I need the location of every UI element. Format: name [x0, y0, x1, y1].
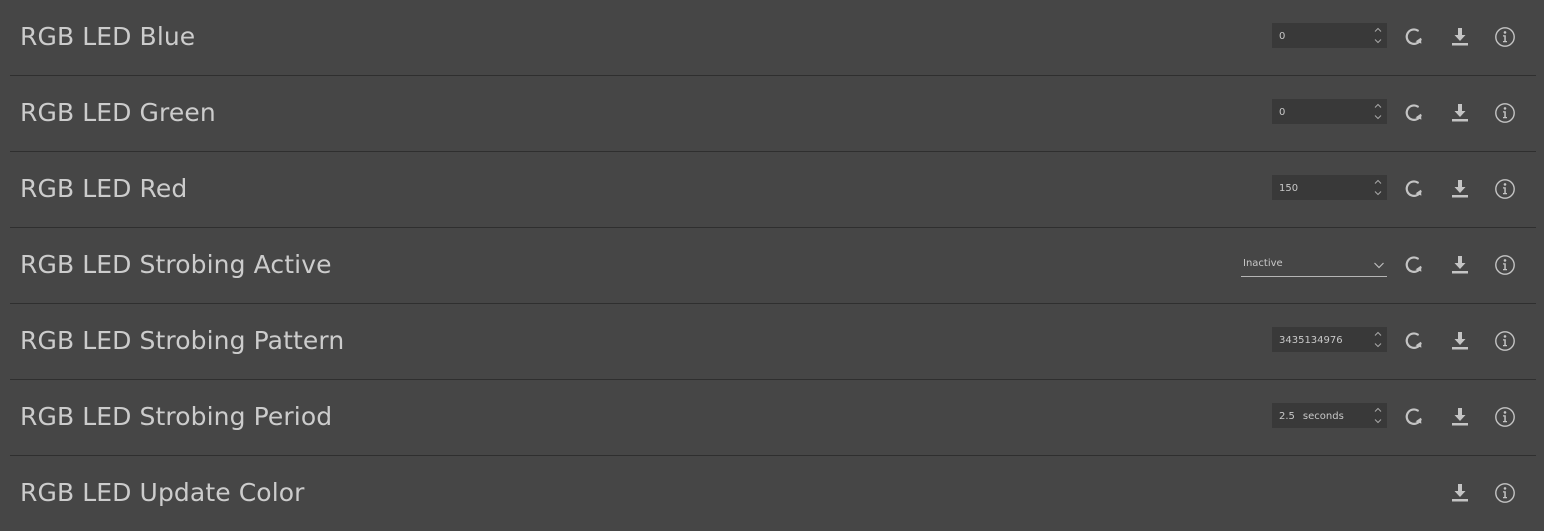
spinbox-arrows — [1373, 25, 1383, 46]
feature-label: RGB LED Strobing Active — [20, 250, 332, 279]
feature-row-rgb-led-strobing-period: RGB LED Strobing Period 2.5 seconds — [10, 380, 1536, 456]
download-icon[interactable] — [1448, 25, 1472, 49]
value-spinbox[interactable]: 150 — [1272, 175, 1387, 200]
feature-row-rgb-led-strobing-pattern: RGB LED Strobing Pattern 3435134976 — [10, 304, 1536, 380]
value-spinbox[interactable]: 2.5 seconds — [1272, 403, 1387, 428]
refresh-icon[interactable] — [1402, 101, 1426, 125]
spinbox-arrows — [1373, 329, 1383, 350]
download-icon[interactable] — [1448, 405, 1472, 429]
info-icon[interactable] — [1493, 329, 1517, 353]
spinbox-value: 0 — [1279, 31, 1286, 42]
spinbox-number: 2.5 — [1279, 411, 1295, 422]
chevron-down-icon[interactable] — [1374, 37, 1382, 45]
spinbox-unit: seconds — [1302, 411, 1344, 422]
refresh-icon[interactable] — [1402, 329, 1426, 353]
chevron-up-icon[interactable] — [1374, 26, 1382, 34]
chevron-down-icon[interactable] — [1374, 189, 1382, 197]
info-icon[interactable] — [1493, 101, 1517, 125]
value-spinbox[interactable]: 3435134976 — [1272, 327, 1387, 352]
info-icon[interactable] — [1493, 481, 1517, 505]
chevron-down-icon — [1373, 260, 1385, 270]
refresh-icon[interactable] — [1402, 253, 1426, 277]
download-icon[interactable] — [1448, 177, 1472, 201]
info-icon[interactable] — [1493, 253, 1517, 277]
chevron-up-icon[interactable] — [1374, 406, 1382, 414]
value-dropdown[interactable]: Inactive — [1241, 257, 1387, 277]
feature-row-rgb-led-blue: RGB LED Blue 0 — [10, 0, 1536, 76]
download-icon[interactable] — [1448, 329, 1472, 353]
chevron-down-icon[interactable] — [1374, 113, 1382, 121]
feature-row-rgb-led-strobing-active: RGB LED Strobing Active Inactive — [10, 228, 1536, 304]
info-icon[interactable] — [1493, 405, 1517, 429]
refresh-icon[interactable] — [1402, 25, 1426, 49]
feature-label: RGB LED Strobing Period — [20, 402, 333, 431]
feature-label: RGB LED Red — [20, 174, 188, 203]
feature-label: RGB LED Strobing Pattern — [20, 326, 345, 355]
info-icon[interactable] — [1493, 25, 1517, 49]
chevron-down-icon[interactable] — [1374, 417, 1382, 425]
chevron-up-icon[interactable] — [1374, 330, 1382, 338]
feature-label: RGB LED Blue — [20, 22, 196, 51]
spinbox-arrows — [1373, 177, 1383, 198]
feature-label: RGB LED Update Color — [20, 478, 305, 507]
feature-row-rgb-led-green: RGB LED Green 0 — [10, 76, 1536, 152]
value-spinbox[interactable]: 0 — [1272, 99, 1387, 124]
spinbox-value: 150 — [1279, 183, 1299, 194]
spinbox-value: 3435134976 — [1279, 335, 1343, 346]
spinbox-arrows — [1373, 405, 1383, 426]
spinbox-value: 2.5 seconds — [1279, 403, 1344, 430]
download-icon[interactable] — [1448, 481, 1472, 505]
chevron-up-icon[interactable] — [1374, 102, 1382, 110]
info-icon[interactable] — [1493, 177, 1517, 201]
feature-row-rgb-led-red: RGB LED Red 150 — [10, 152, 1536, 228]
chevron-down-icon[interactable] — [1374, 341, 1382, 349]
feature-row-rgb-led-update-color: RGB LED Update Color — [10, 456, 1536, 531]
dropdown-selected-value: Inactive — [1243, 258, 1283, 269]
spinbox-value: 0 — [1279, 107, 1286, 118]
spinbox-arrows — [1373, 101, 1383, 122]
feature-list: RGB LED Blue 0 RGB LED Green 0 RGB LED R… — [10, 0, 1536, 531]
refresh-icon[interactable] — [1402, 405, 1426, 429]
refresh-icon[interactable] — [1402, 177, 1426, 201]
download-icon[interactable] — [1448, 101, 1472, 125]
feature-label: RGB LED Green — [20, 98, 216, 127]
value-spinbox[interactable]: 0 — [1272, 23, 1387, 48]
chevron-up-icon[interactable] — [1374, 178, 1382, 186]
download-icon[interactable] — [1448, 253, 1472, 277]
